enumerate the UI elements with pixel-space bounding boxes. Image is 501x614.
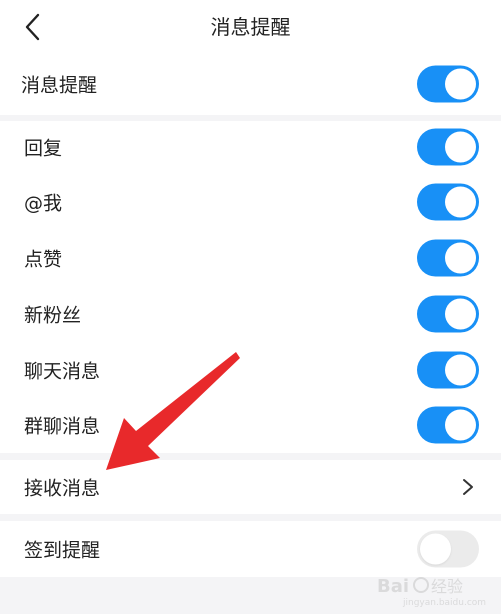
setting-label: @我 [24, 192, 63, 214]
receive-messages-row[interactable]: 接收消息 [0, 460, 501, 514]
setting-row-mention: @我 [0, 173, 501, 230]
setting-row-message-reminder: 消息提醒 [0, 52, 501, 115]
toggle-knob [445, 298, 476, 330]
setting-row-checkin: 签到提醒 [0, 521, 501, 577]
svg-text:经验: 经验 [431, 577, 463, 596]
chat-toggle[interactable] [417, 351, 479, 388]
toggle-knob [420, 533, 451, 565]
message-reminder-toggle[interactable] [417, 65, 479, 102]
setting-label: 接收消息 [24, 477, 101, 500]
setting-row-new-fans: 新粉丝 [0, 286, 501, 342]
setting-label: 签到提醒 [24, 539, 101, 562]
toggle-knob [445, 409, 476, 441]
message-reminder-screen: 消息提醒 消息提醒 回复 @我 点赞 新粉丝 聊天消息 群聊消息 接收消息 签到… [0, 0, 501, 614]
setting-label: 回复 [24, 137, 63, 160]
setting-label: 消息提醒 [21, 74, 98, 96]
chevron-right-icon [463, 479, 473, 495]
like-toggle[interactable] [417, 239, 479, 277]
toggle-knob [445, 242, 476, 274]
toggle-knob [445, 354, 476, 385]
toggle-knob [445, 68, 476, 99]
group-chat-toggle[interactable] [417, 406, 479, 444]
reply-toggle[interactable] [417, 128, 479, 166]
setting-label: 群聊消息 [24, 415, 101, 438]
top-bar: 消息提醒 [0, 0, 501, 52]
setting-label: 聊天消息 [24, 360, 101, 382]
new-fans-toggle[interactable] [417, 295, 479, 333]
svg-text:Bai: Bai [377, 576, 409, 597]
toggle-knob [445, 186, 476, 217]
setting-row-reply: 回复 [0, 121, 501, 173]
setting-label: 新粉丝 [24, 304, 82, 327]
checkin-toggle[interactable] [417, 530, 479, 568]
svg-text:jingyan.baidu.com: jingyan.baidu.com [402, 598, 486, 608]
setting-row-like: 点赞 [0, 230, 501, 286]
setting-row-chat: 聊天消息 [0, 342, 501, 397]
page-title: 消息提醒 [210, 15, 291, 39]
setting-row-group-chat: 群聊消息 [0, 397, 501, 453]
baidu-watermark-logo: Bai 经验 jingyan.baidu.com [377, 576, 486, 608]
toggle-knob [445, 131, 476, 163]
setting-label: 点赞 [24, 248, 63, 271]
mention-toggle[interactable] [417, 183, 479, 220]
